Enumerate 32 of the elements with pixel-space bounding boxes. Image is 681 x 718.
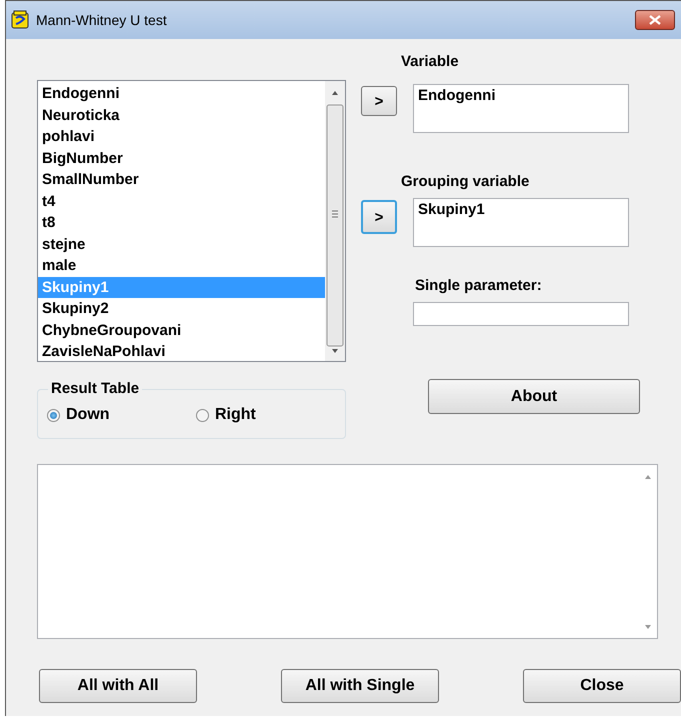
list-item[interactable]: Neuroticka: [38, 104, 325, 126]
field-label: Grouping variable: [401, 173, 530, 190]
radio-option[interactable]: Down: [47, 406, 196, 424]
radio-option[interactable]: Right: [196, 406, 345, 424]
list-item[interactable]: Skupiny2: [38, 298, 325, 320]
input-field[interactable]: Skupiny1: [413, 198, 629, 247]
list-item[interactable]: pohlavi: [38, 126, 325, 148]
list-item[interactable]: ChybneGroupovani: [38, 320, 325, 341]
input-field[interactable]: [413, 302, 629, 326]
list-item[interactable]: Endogenni: [38, 83, 325, 104]
add-button[interactable]: >: [361, 86, 397, 116]
list-item[interactable]: t4: [38, 190, 325, 212]
list-item[interactable]: stejne: [38, 234, 325, 255]
input-field[interactable]: Endogenni: [413, 84, 629, 133]
action-button[interactable]: Close: [523, 669, 681, 703]
close-icon: [649, 15, 661, 25]
list-item[interactable]: SmallNumber: [38, 169, 325, 190]
list-item[interactable]: male: [38, 255, 325, 276]
scrollbar[interactable]: [325, 81, 345, 361]
app-icon: [10, 10, 30, 30]
list-item[interactable]: BigNumber: [38, 148, 325, 169]
field-label: Variable: [401, 53, 460, 70]
variable-list[interactable]: Endogenni Neuroticka pohlavi BigNumber SmallNumber t4 t8 stejne male Skupiny1 Skupiny2 ChybneGroupovani ZavisleNaPohlavi: [37, 80, 346, 362]
list-item[interactable]: ZavisleNaPohlavi: [38, 341, 325, 362]
field-label: Single parameter:: [415, 277, 543, 294]
action-button[interactable]: All with Single: [281, 669, 439, 703]
window-title: Mann-Whitney U test: [36, 12, 167, 28]
add-button[interactable]: >: [361, 200, 397, 234]
action-button[interactable]: All with All: [39, 669, 197, 703]
about-button[interactable]: About: [428, 379, 640, 414]
close-button[interactable]: [635, 10, 675, 30]
list-item[interactable]: t8: [38, 212, 325, 234]
